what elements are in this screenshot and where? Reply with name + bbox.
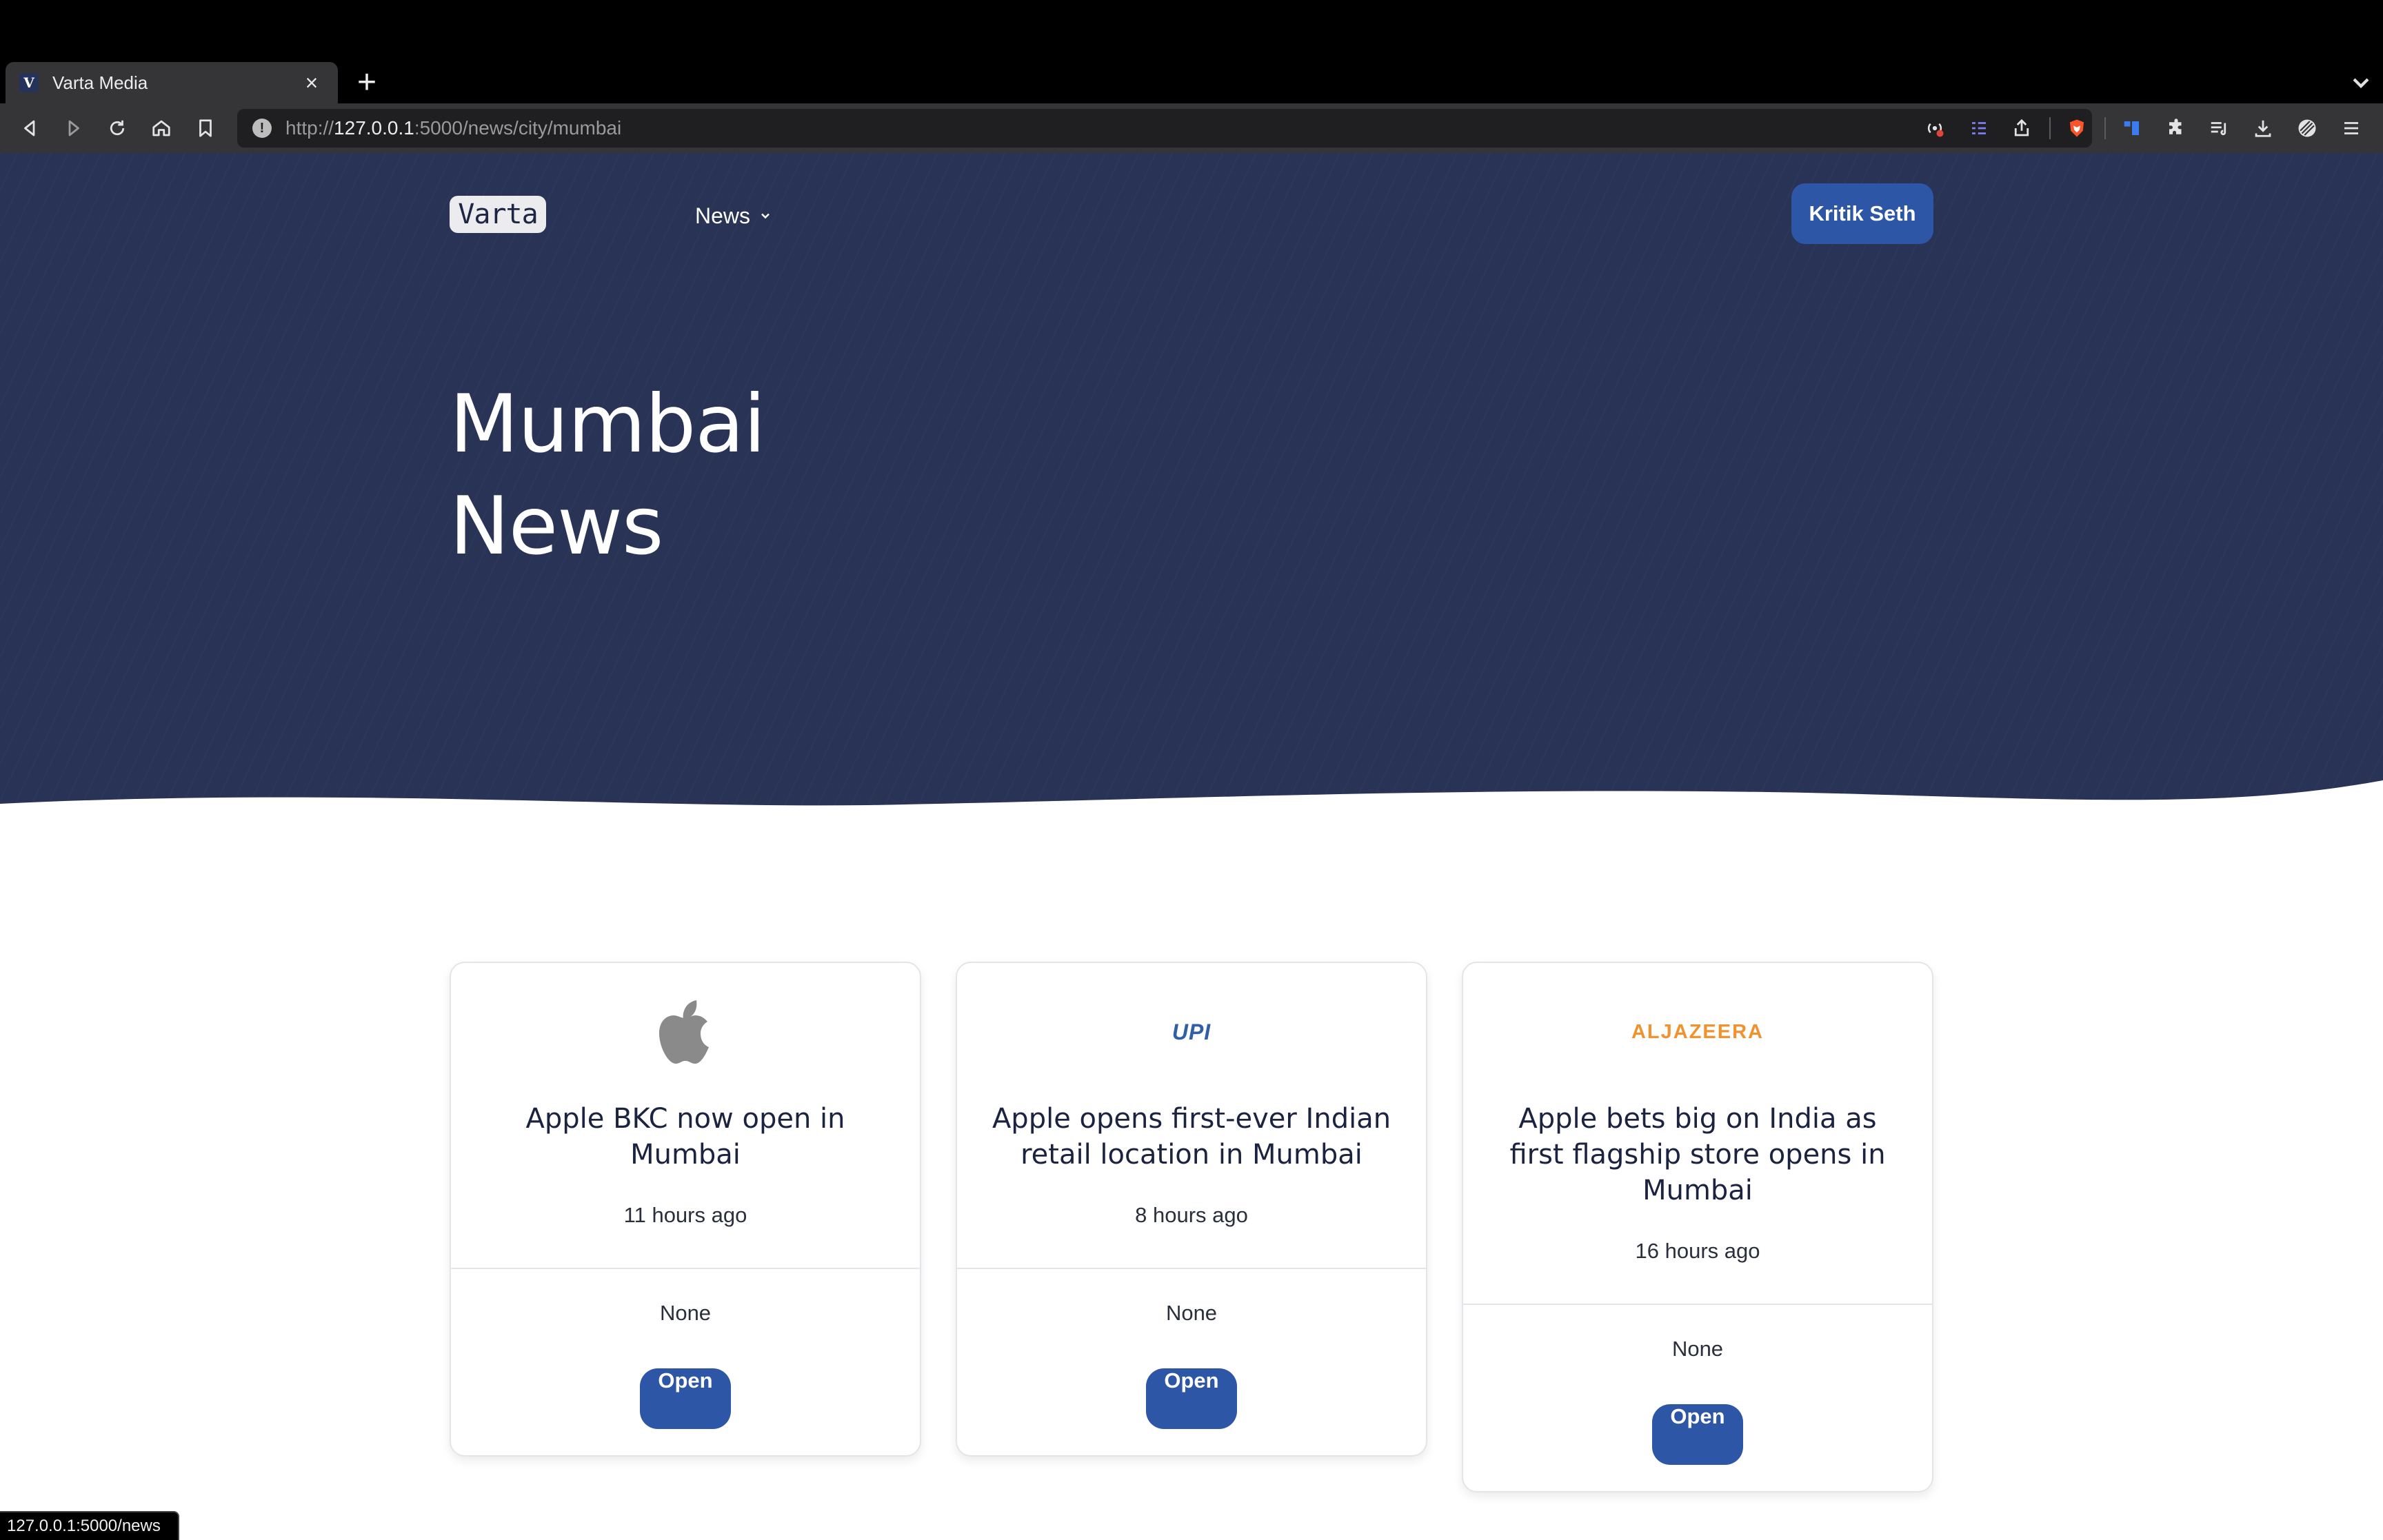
card-body: Apple BKC now open in Mumbai 11 hours ag… (451, 963, 920, 1228)
window-top (0, 0, 2383, 62)
upi-logo: UPI (1172, 1019, 1211, 1044)
card-source-name: None (1671, 1337, 1724, 1361)
reload-icon[interactable] (102, 113, 132, 143)
tab-list-chevron-icon[interactable] (2347, 69, 2375, 97)
menu-icon[interactable] (2336, 113, 2366, 143)
forward-icon[interactable] (58, 113, 88, 143)
extensions-puzzle-icon[interactable] (2161, 113, 2191, 143)
tab-bar: V Varta Media × + (0, 62, 2383, 103)
card-source-name: None (659, 1301, 712, 1325)
download-icon[interactable] (2248, 113, 2278, 143)
card-timestamp: 11 hours ago (623, 1203, 747, 1227)
browser-tab[interactable]: V Varta Media × (6, 62, 338, 103)
reading-list-icon[interactable] (1964, 113, 1994, 143)
card-body: ALJAZEERA Apple bets big on India as fir… (1463, 963, 1932, 1264)
news-card-grid: Apple BKC now open in Mumbai 11 hours ag… (450, 962, 1933, 1540)
toolbar-separator (2049, 117, 2051, 139)
page-title-line1: Mumbai (450, 378, 766, 471)
open-article-button[interactable]: Open (640, 1368, 731, 1429)
card-title[interactable]: Apple bets big on India as first flagshi… (1463, 1101, 1932, 1208)
sidebar-extension-icon[interactable] (2117, 113, 2147, 143)
news-card: ALJAZEERA Apple bets big on India as fir… (1462, 962, 1933, 1492)
card-footer: None Open (957, 1268, 1426, 1455)
bookmark-icon[interactable] (190, 113, 221, 143)
site-logo[interactable]: Varta (450, 196, 546, 233)
card-source-logo (451, 963, 920, 1101)
browser-toolbar: ! http://127.0.0.1:5000/news/city/mumbai (0, 103, 2383, 153)
card-title[interactable]: Apple opens first-ever Indian retail loc… (957, 1101, 1426, 1173)
hero-wave-divider (0, 780, 2383, 829)
address-bar[interactable]: ! http://127.0.0.1:5000/news/city/mumbai (237, 109, 2092, 148)
card-body: UPI Apple opens first-ever Indian retail… (957, 963, 1426, 1228)
back-icon[interactable] (15, 113, 46, 143)
home-icon[interactable] (146, 113, 177, 143)
card-footer: None Open (451, 1268, 920, 1455)
page-title-line2: News (450, 480, 663, 573)
cast-blocked-icon[interactable] (1920, 113, 1950, 143)
nav-news-label: News (695, 203, 751, 228)
brave-shield-icon[interactable] (2062, 113, 2092, 143)
card-source-logo: UPI (957, 963, 1426, 1101)
tab-title: Varta Media (52, 72, 148, 93)
nav-news-dropdown[interactable]: News (695, 199, 772, 233)
apple-logo-icon (659, 1000, 709, 1064)
open-article-button[interactable]: Open (1146, 1368, 1237, 1429)
aljazeera-logo: ALJAZEERA (1631, 1020, 1764, 1043)
card-source-logo: ALJAZEERA (1463, 963, 1932, 1101)
card-footer: None Open (1463, 1304, 1932, 1491)
card-source-name: None (1165, 1301, 1218, 1325)
hero-section: Varta News Kritik Seth Mumbai News (0, 153, 2383, 829)
page-title: Mumbai News (450, 374, 766, 578)
card-timestamp: 16 hours ago (1635, 1239, 1760, 1263)
profile-avatar-icon[interactable] (2292, 113, 2322, 143)
card-timestamp: 8 hours ago (1135, 1203, 1248, 1227)
playlist-icon[interactable] (2204, 113, 2234, 143)
toolbar-separator (2104, 117, 2106, 139)
card-title[interactable]: Apple BKC now open in Mumbai (451, 1101, 920, 1173)
tab-favicon-icon: V (19, 73, 39, 92)
tab-close-icon[interactable]: × (298, 69, 325, 97)
user-account-button[interactable]: Kritik Seth (1791, 183, 1933, 244)
share-icon[interactable] (2007, 113, 2037, 143)
link-status-bar: 127.0.0.1:5000/news (0, 1511, 179, 1540)
news-card: Apple BKC now open in Mumbai 11 hours ag… (450, 962, 921, 1457)
open-article-button[interactable]: Open (1652, 1404, 1743, 1465)
url-text: http://127.0.0.1:5000/news/city/mumbai (285, 117, 622, 139)
news-card: UPI Apple opens first-ever Indian retail… (956, 962, 1427, 1457)
site-info-icon[interactable]: ! (252, 119, 272, 138)
chevron-down-icon (761, 213, 770, 219)
new-tab-icon[interactable]: + (350, 66, 383, 101)
